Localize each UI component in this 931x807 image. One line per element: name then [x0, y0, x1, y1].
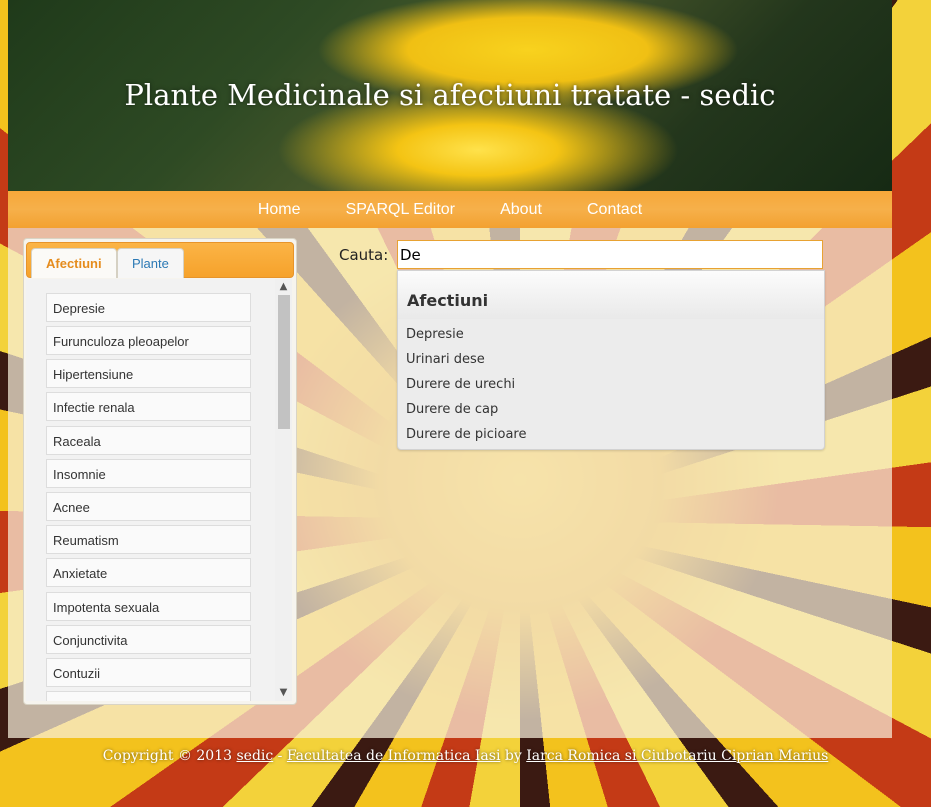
- search-input[interactable]: [397, 240, 823, 269]
- footer-copyright: Copyright © 2013: [102, 748, 237, 764]
- header-banner: Plante Medicinale si afectiuni tratate -…: [8, 0, 892, 191]
- list-item[interactable]: Contuzii: [46, 658, 251, 687]
- tab-bar: Afectiuni Plante: [26, 242, 294, 278]
- content-area: Afectiuni Plante Depresie Furunculoza pl…: [8, 228, 892, 738]
- list-item[interactable]: Anxietate: [46, 558, 251, 587]
- nav-home[interactable]: Home: [258, 191, 301, 228]
- search-label: Cauta:: [339, 246, 389, 264]
- footer-site-link[interactable]: sedic: [236, 748, 273, 764]
- tab-afectiuni[interactable]: Afectiuni: [31, 248, 117, 278]
- footer-faculty-link[interactable]: Facultatea de Informatica Iasi: [287, 748, 501, 764]
- nav-about[interactable]: About: [500, 191, 542, 228]
- list-item[interactable]: Conjunctivita: [46, 625, 251, 654]
- page-wrapper: Plante Medicinale si afectiuni tratate -…: [8, 0, 892, 738]
- chevron-up-icon[interactable]: ▲: [275, 279, 292, 295]
- suggestion-item[interactable]: Durere de cap: [406, 402, 498, 417]
- list-item[interactable]: Acnee: [46, 492, 251, 521]
- footer-by: by: [500, 748, 527, 764]
- side-panel: Afectiuni Plante Depresie Furunculoza pl…: [23, 238, 297, 705]
- main-nav: Home SPARQL Editor About Contact: [8, 191, 892, 228]
- list-item-partial[interactable]: [46, 691, 251, 701]
- nav-sparql-editor[interactable]: SPARQL Editor: [346, 191, 455, 228]
- scroll-thumb[interactable]: [278, 295, 290, 429]
- autocomplete-header: Afectiuni: [398, 271, 824, 319]
- suggestion-item[interactable]: Urinari dese: [406, 352, 485, 367]
- autocomplete-category: Afectiuni: [407, 291, 489, 310]
- footer: Copyright © 2013 sedic - Facultatea de I…: [0, 748, 931, 764]
- list-scrollbar[interactable]: ▲ ▼: [275, 279, 292, 701]
- footer-separator: -: [273, 748, 287, 764]
- list-item[interactable]: Hipertensiune: [46, 359, 251, 388]
- list-item[interactable]: Reumatism: [46, 525, 251, 554]
- footer-authors-link[interactable]: Iarca Romica si Ciubotariu Ciprian Mariu…: [526, 748, 828, 764]
- list-item[interactable]: Infectie renala: [46, 392, 251, 421]
- list-item[interactable]: Raceala: [46, 426, 251, 455]
- afectiuni-list: Depresie Furunculoza pleoapelor Hiperten…: [26, 279, 292, 701]
- list-item[interactable]: Insomnie: [46, 459, 251, 488]
- list-item[interactable]: Depresie: [46, 293, 251, 322]
- list-item[interactable]: Furunculoza pleoapelor: [46, 326, 251, 355]
- suggestion-item[interactable]: Durere de urechi: [406, 377, 515, 392]
- list-item[interactable]: Impotenta sexuala: [46, 592, 251, 621]
- chevron-down-icon[interactable]: ▼: [275, 685, 292, 701]
- nav-contact[interactable]: Contact: [587, 191, 642, 228]
- autocomplete-dropdown: Afectiuni Depresie Urinari dese Durere d…: [397, 270, 825, 450]
- site-title: Plante Medicinale si afectiuni tratate -…: [124, 78, 776, 112]
- suggestion-item[interactable]: Durere de picioare: [406, 427, 526, 442]
- tab-plante[interactable]: Plante: [117, 248, 184, 278]
- suggestion-item[interactable]: Depresie: [406, 327, 464, 342]
